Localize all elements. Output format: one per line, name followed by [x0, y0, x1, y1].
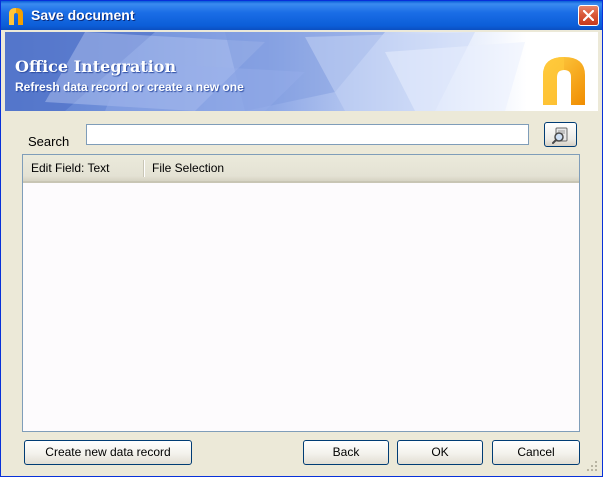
title-bar[interactable]: Save document — [1, 1, 602, 30]
ok-button[interactable]: OK — [397, 440, 483, 465]
save-document-dialog: Save document Office Integration Refresh… — [0, 0, 603, 477]
app-logo-icon — [9, 8, 23, 25]
column-header-edit-field-text[interactable]: Edit Field: Text — [23, 155, 143, 181]
column-header-file-selection[interactable]: File Selection — [144, 155, 344, 181]
search-button[interactable] — [544, 122, 577, 147]
search-label: Search — [28, 134, 70, 149]
search-icon — [551, 127, 567, 144]
cancel-button[interactable]: Cancel — [492, 440, 580, 465]
header-banner: Office Integration Refresh data record o… — [5, 32, 598, 111]
close-icon — [583, 10, 594, 21]
resize-grip-icon[interactable] — [586, 460, 598, 472]
window-title: Save document — [31, 7, 135, 23]
banner-title: Office Integration — [15, 57, 177, 76]
records-grid[interactable]: Edit Field: Text File Selection — [22, 154, 580, 432]
banner-subtitle: Refresh data record or create a new one — [15, 80, 244, 94]
create-new-record-button[interactable]: Create new data record — [24, 440, 192, 465]
back-button[interactable]: Back — [303, 440, 389, 465]
search-input[interactable] — [86, 124, 529, 145]
close-button[interactable] — [578, 5, 599, 26]
grid-header: Edit Field: Text File Selection — [23, 155, 579, 183]
brand-logo-icon — [543, 57, 585, 105]
